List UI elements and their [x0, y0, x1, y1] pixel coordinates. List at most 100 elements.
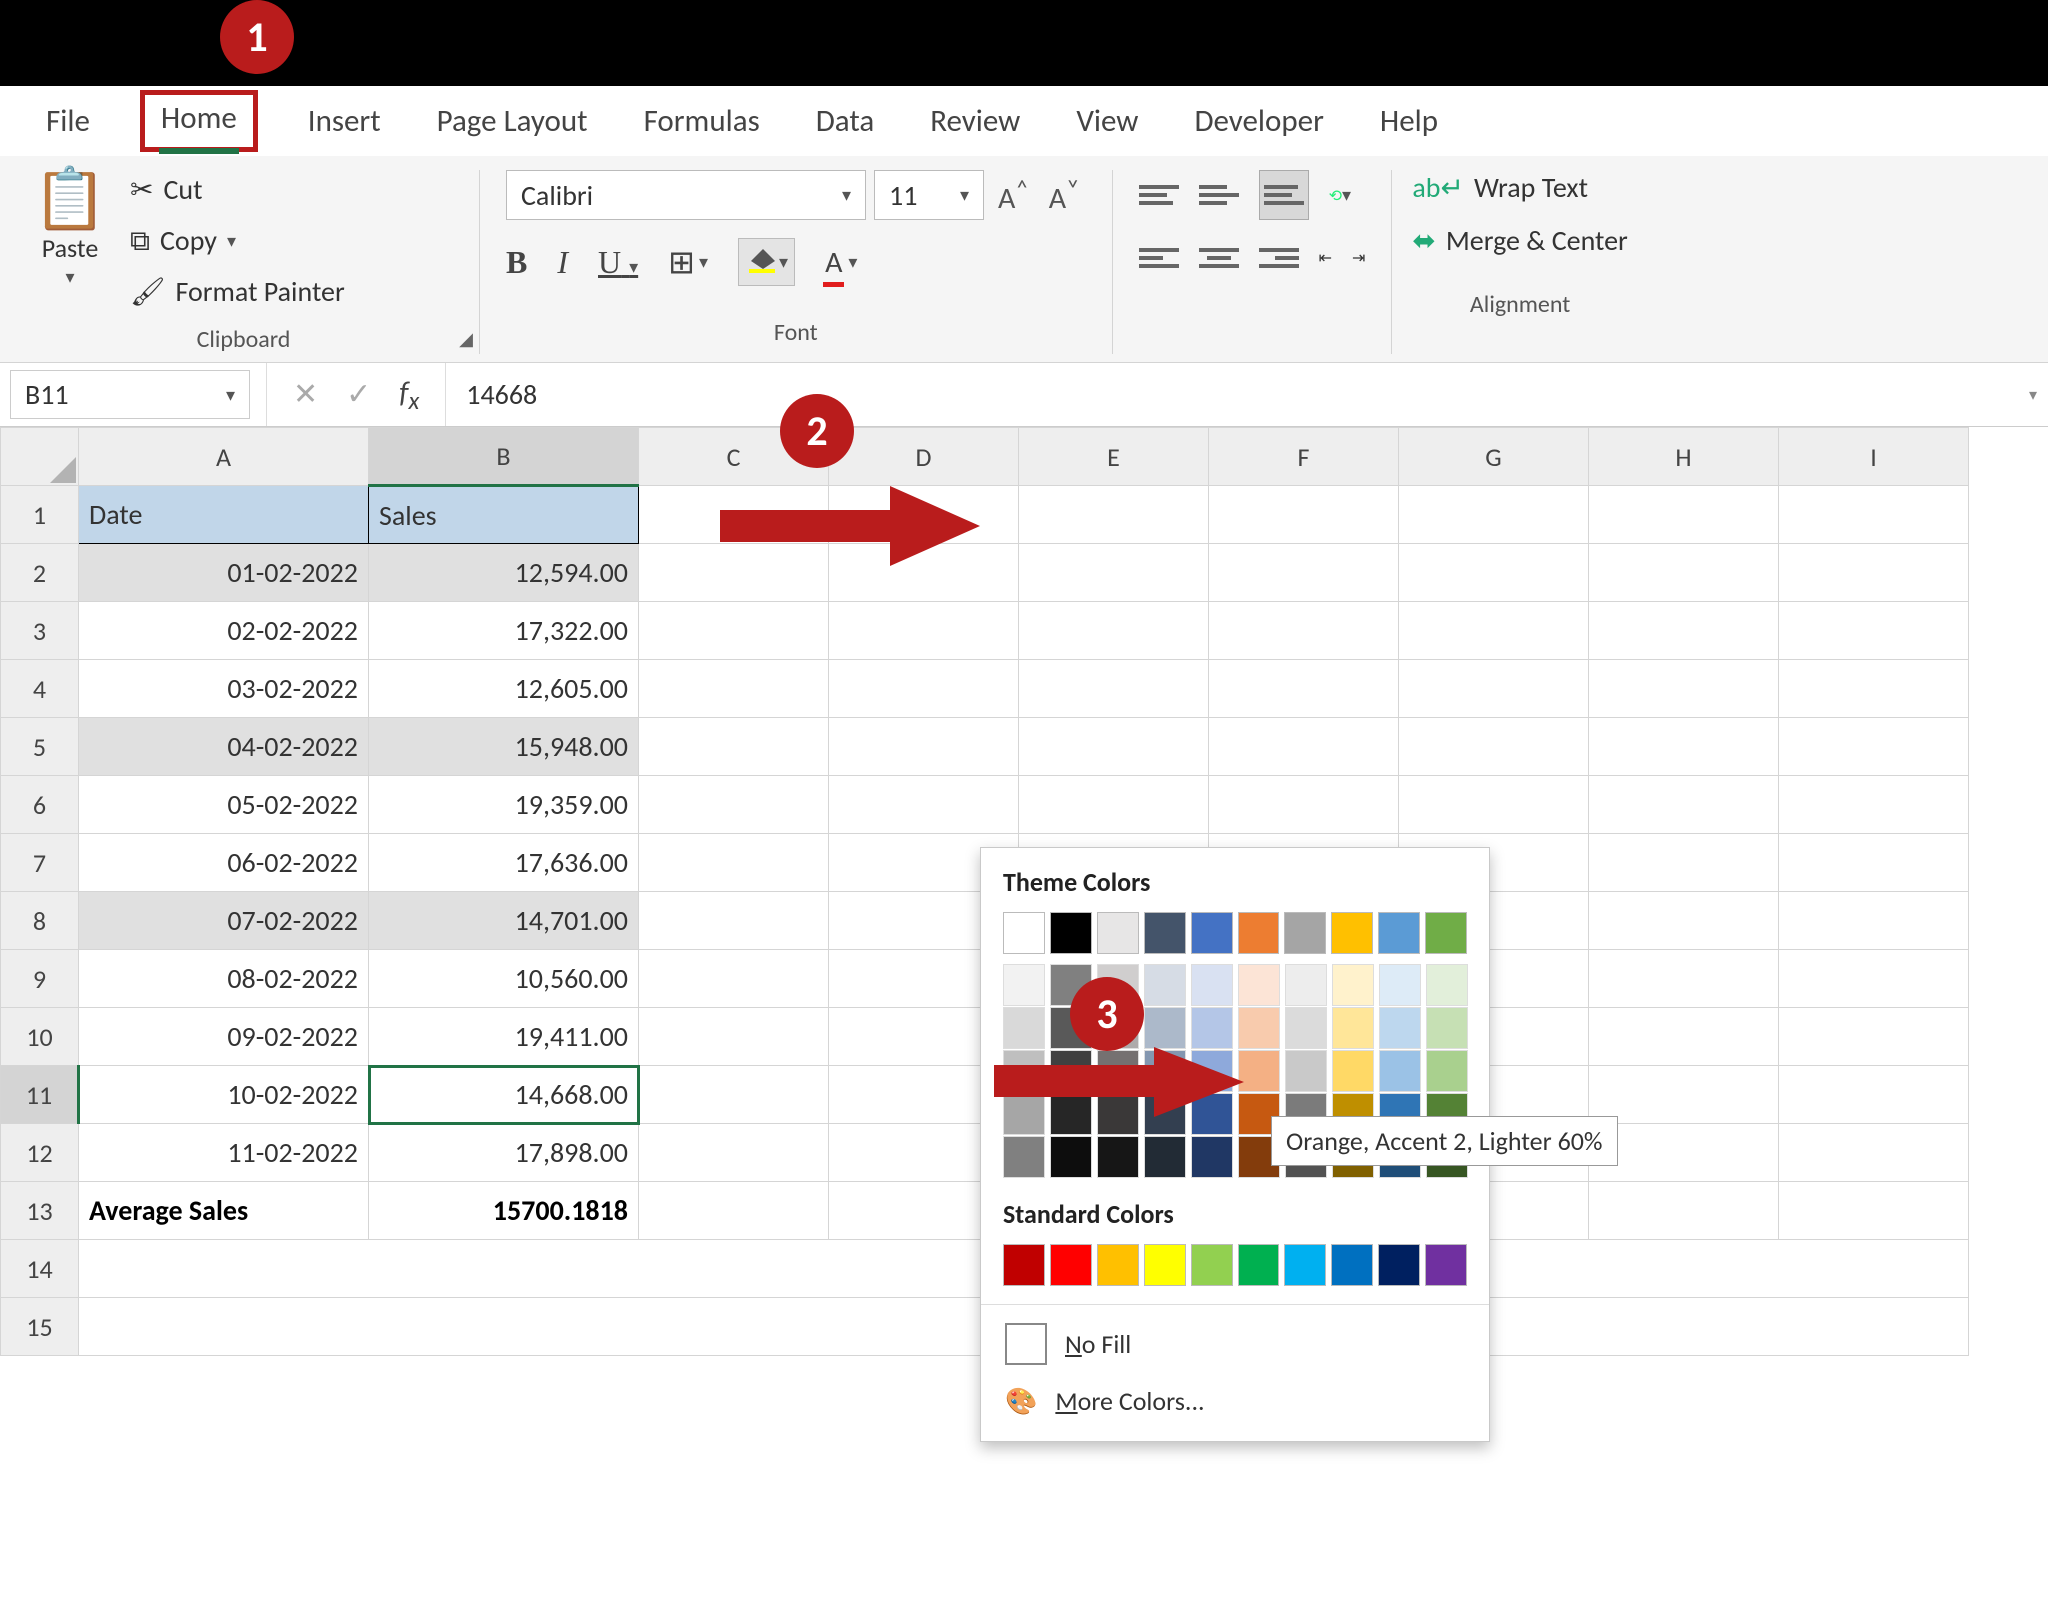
tab-view[interactable]: View	[1070, 94, 1144, 148]
row-header[interactable]: 7	[1, 834, 79, 892]
color-swatch[interactable]	[1144, 1007, 1186, 1049]
cell[interactable]	[829, 660, 1019, 718]
column-header-e[interactable]: E	[1019, 428, 1209, 486]
tab-formulas[interactable]: Formulas	[638, 94, 766, 148]
row-header[interactable]: 4	[1, 660, 79, 718]
cell[interactable]: 17,636.00	[369, 834, 639, 892]
cell[interactable]	[639, 1124, 829, 1182]
cell[interactable]	[1399, 602, 1589, 660]
cell-average-value[interactable]: 15700.1818	[369, 1182, 639, 1240]
cell[interactable]	[639, 834, 829, 892]
color-swatch[interactable]	[1379, 1007, 1421, 1049]
row-header[interactable]: 3	[1, 602, 79, 660]
column-header-a[interactable]: A	[79, 428, 369, 486]
cell[interactable]	[639, 1182, 829, 1240]
cell[interactable]	[1779, 776, 1969, 834]
column-header-b[interactable]: B	[369, 428, 639, 486]
color-swatch[interactable]	[1379, 1050, 1421, 1092]
align-middle-button[interactable]	[1199, 175, 1239, 215]
cell[interactable]	[1019, 718, 1209, 776]
increase-font-size-button[interactable]: A˄	[992, 173, 1035, 217]
no-fill-option[interactable]: No Fill	[1003, 1313, 1467, 1375]
row-header[interactable]: 6	[1, 776, 79, 834]
cell[interactable]	[1779, 1066, 1969, 1124]
cut-button[interactable]: ✂Cut	[126, 170, 349, 209]
cell[interactable]: 09-02-2022	[79, 1008, 369, 1066]
tab-developer[interactable]: Developer	[1188, 94, 1329, 148]
copy-button[interactable]: ⧉Copy▾	[126, 221, 349, 260]
align-left-button[interactable]	[1139, 238, 1179, 278]
color-swatch[interactable]	[1144, 964, 1186, 1006]
cell[interactable]	[1019, 660, 1209, 718]
cell[interactable]	[1589, 834, 1779, 892]
cell[interactable]: 11-02-2022	[79, 1124, 369, 1182]
cell[interactable]	[1779, 602, 1969, 660]
cell[interactable]	[639, 718, 829, 776]
row-header[interactable]: 15	[1, 1298, 79, 1356]
cell[interactable]	[1779, 1124, 1969, 1182]
increase-indent-button[interactable]: ⇥	[1352, 248, 1365, 268]
color-swatch[interactable]	[1144, 1136, 1186, 1178]
align-center-button[interactable]	[1199, 238, 1239, 278]
color-swatch[interactable]	[1285, 1007, 1327, 1049]
color-swatch[interactable]	[1378, 912, 1420, 954]
cell[interactable]: 02-02-2022	[79, 602, 369, 660]
color-swatch[interactable]	[1191, 1007, 1233, 1049]
cell[interactable]	[1399, 776, 1589, 834]
cell[interactable]	[1019, 544, 1209, 602]
insert-function-button[interactable]: fx	[399, 374, 419, 416]
cell[interactable]	[1589, 892, 1779, 950]
cell[interactable]: 10-02-2022	[79, 1066, 369, 1124]
formula-enter-button[interactable]: ✓	[346, 376, 371, 413]
color-swatch[interactable]	[1097, 912, 1139, 954]
cell[interactable]	[1779, 1008, 1969, 1066]
cell[interactable]	[1779, 544, 1969, 602]
cell[interactable]	[829, 602, 1019, 660]
color-swatch[interactable]	[1050, 1244, 1092, 1286]
name-box[interactable]: B11▾	[10, 370, 250, 419]
cell[interactable]	[1209, 660, 1399, 718]
cell[interactable]: Date	[79, 486, 369, 544]
cell[interactable]	[1779, 834, 1969, 892]
color-swatch[interactable]	[1191, 1136, 1233, 1178]
cell[interactable]: 17,898.00	[369, 1124, 639, 1182]
cell[interactable]: 19,359.00	[369, 776, 639, 834]
cell-average-label[interactable]: Average Sales	[79, 1182, 369, 1240]
color-swatch[interactable]	[1426, 1050, 1468, 1092]
color-swatch[interactable]	[1425, 1244, 1467, 1286]
color-swatch[interactable]	[1426, 964, 1468, 1006]
color-swatch[interactable]	[1285, 1050, 1327, 1092]
color-swatch[interactable]	[1097, 1136, 1139, 1178]
color-swatch[interactable]	[1191, 912, 1233, 954]
cell[interactable]: 12,605.00	[369, 660, 639, 718]
color-swatch[interactable]	[1332, 1007, 1374, 1049]
tab-insert[interactable]: Insert	[302, 94, 387, 148]
color-swatch[interactable]	[1144, 1244, 1186, 1286]
cell[interactable]	[639, 602, 829, 660]
cell[interactable]: 14,668.00	[369, 1066, 639, 1124]
fill-color-button[interactable]: ▾	[738, 238, 795, 286]
cell[interactable]	[639, 776, 829, 834]
color-swatch[interactable]	[1003, 1007, 1045, 1049]
cell[interactable]: 10,560.00	[369, 950, 639, 1008]
color-swatch[interactable]	[1284, 1244, 1326, 1286]
tab-review[interactable]: Review	[924, 94, 1026, 148]
cell[interactable]	[639, 950, 829, 1008]
color-swatch[interactable]	[1003, 1244, 1045, 1286]
align-right-button[interactable]	[1259, 238, 1299, 278]
font-color-button[interactable]: A ▾	[825, 244, 857, 281]
cell[interactable]	[1779, 718, 1969, 776]
wrap-text-button[interactable]: ab↵Wrap Text	[1412, 170, 1627, 205]
tab-page-layout[interactable]: Page Layout	[431, 94, 594, 148]
cell[interactable]	[1779, 950, 1969, 1008]
color-swatch[interactable]	[1332, 964, 1374, 1006]
cell[interactable]	[639, 1066, 829, 1124]
cell[interactable]: 05-02-2022	[79, 776, 369, 834]
color-swatch[interactable]	[1332, 1050, 1374, 1092]
font-name-select[interactable]: Calibri▾	[506, 170, 866, 220]
dialog-launcher-icon[interactable]: ◢	[459, 328, 473, 350]
color-swatch[interactable]	[1144, 912, 1186, 954]
color-swatch-highlighted[interactable]	[1238, 1007, 1280, 1049]
cell[interactable]: 01-02-2022	[79, 544, 369, 602]
expand-formula-bar-button[interactable]: ▾	[2018, 385, 2048, 405]
